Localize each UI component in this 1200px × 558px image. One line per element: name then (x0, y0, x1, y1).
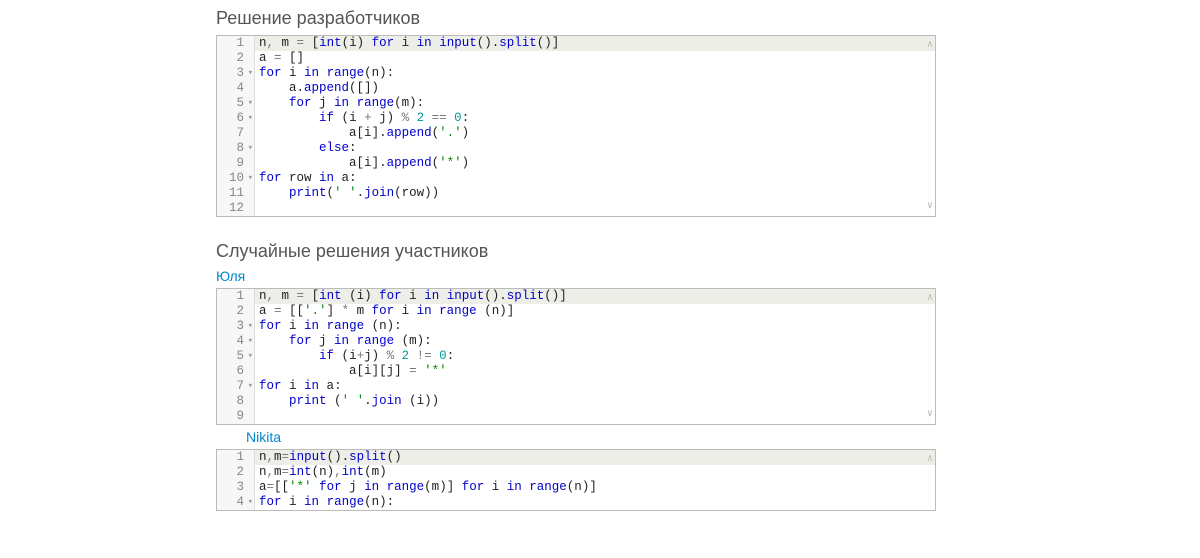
participants-solutions-title: Случайные решения участников (216, 241, 936, 262)
code-line[interactable]: 5▾ if (i+j) % 2 != 0: (217, 349, 935, 364)
code-content[interactable]: for i in range(n): (255, 66, 935, 81)
user-link-yulya[interactable]: Юля (216, 268, 245, 284)
code-line[interactable]: 3▾for i in range(n): (217, 66, 935, 81)
code-editor-u2[interactable]: ∧ 1n,m=input().split()2n,m=int(n),int(m)… (216, 449, 936, 511)
line-number: 4 (217, 81, 255, 96)
code-editor-u1[interactable]: ∧ ∨ 1n, m = [int (i) for i in input().sp… (216, 288, 936, 425)
fold-icon[interactable]: ▾ (248, 319, 253, 334)
code-content[interactable]: if (i + j) % 2 == 0: (255, 111, 935, 126)
fold-icon[interactable]: ▾ (248, 66, 253, 81)
code-content[interactable]: if (i+j) % 2 != 0: (255, 349, 935, 364)
code-content[interactable]: for row in a: (255, 171, 935, 186)
code-content[interactable]: a[i][j] = '*' (255, 364, 935, 379)
line-number: 9 (217, 156, 255, 171)
developers-solution-title: Решение разработчиков (216, 8, 936, 29)
code-content[interactable]: a = [] (255, 51, 935, 66)
code-line[interactable]: 4 a.append([]) (217, 81, 935, 96)
fold-icon[interactable]: ▾ (248, 141, 253, 156)
line-number: 8 (217, 394, 255, 409)
code-content[interactable]: else: (255, 141, 935, 156)
code-line[interactable]: 1n, m = [int(i) for i in input().split()… (217, 36, 935, 51)
code-line[interactable]: 10▾for row in a: (217, 171, 935, 186)
code-line[interactable]: 7 a[i].append('.') (217, 126, 935, 141)
code-line[interactable]: 2a = [['.'] * m for i in range (n)] (217, 304, 935, 319)
line-number: 3 (217, 480, 255, 495)
line-number: 1 (217, 450, 255, 465)
line-number: 8▾ (217, 141, 255, 156)
code-content[interactable]: a = [['.'] * m for i in range (n)] (255, 304, 935, 319)
line-number: 10▾ (217, 171, 255, 186)
line-number: 6 (217, 364, 255, 379)
line-number: 1 (217, 36, 255, 51)
code-content[interactable] (255, 201, 935, 216)
line-number: 4▾ (217, 495, 255, 510)
line-number: 4▾ (217, 334, 255, 349)
line-number: 6▾ (217, 111, 255, 126)
code-line[interactable]: 6 a[i][j] = '*' (217, 364, 935, 379)
code-line[interactable]: 5▾ for j in range(m): (217, 96, 935, 111)
line-number: 2 (217, 465, 255, 480)
line-number: 2 (217, 51, 255, 66)
code-editor-dev[interactable]: ∧ ∨ 1n, m = [int(i) for i in input().spl… (216, 35, 936, 217)
code-line[interactable]: 11 print(' '.join(row)) (217, 186, 935, 201)
scroll-down-icon[interactable]: ∨ (927, 199, 933, 214)
code-line[interactable]: 4▾ for j in range (m): (217, 334, 935, 349)
code-content[interactable]: for i in range (n): (255, 319, 935, 334)
line-number: 7 (217, 126, 255, 141)
code-content[interactable]: a.append([]) (255, 81, 935, 96)
code-content[interactable]: for j in range (m): (255, 334, 935, 349)
line-number: 1 (217, 289, 255, 304)
code-line[interactable]: 6▾ if (i + j) % 2 == 0: (217, 111, 935, 126)
line-number: 5▾ (217, 96, 255, 111)
fold-icon[interactable]: ▾ (248, 379, 253, 394)
code-line[interactable]: 9 (217, 409, 935, 424)
code-content[interactable]: n,m=int(n),int(m) (255, 465, 935, 480)
line-number: 7▾ (217, 379, 255, 394)
line-number: 12 (217, 201, 255, 216)
code-line[interactable]: 9 a[i].append('*') (217, 156, 935, 171)
scroll-up-icon[interactable]: ∧ (927, 291, 933, 306)
fold-icon[interactable]: ▾ (248, 495, 253, 510)
code-line[interactable]: 2n,m=int(n),int(m) (217, 465, 935, 480)
fold-icon[interactable]: ▾ (248, 171, 253, 186)
scroll-up-icon[interactable]: ∧ (927, 452, 933, 467)
code-content[interactable]: a=[['*' for j in range(m)] for i in rang… (255, 480, 935, 495)
code-content[interactable]: for i in a: (255, 379, 935, 394)
line-number: 3▾ (217, 66, 255, 81)
fold-icon[interactable]: ▾ (248, 334, 253, 349)
code-line[interactable]: 1n, m = [int (i) for i in input().split(… (217, 289, 935, 304)
code-line[interactable]: 3a=[['*' for j in range(m)] for i in ran… (217, 480, 935, 495)
fold-icon[interactable]: ▾ (248, 111, 253, 126)
line-number: 2 (217, 304, 255, 319)
code-content[interactable]: a[i].append('.') (255, 126, 935, 141)
fold-icon[interactable]: ▾ (248, 349, 253, 364)
code-line[interactable]: 12 (217, 201, 935, 216)
code-content[interactable]: for i in range(n): (255, 495, 935, 510)
code-line[interactable]: 2a = [] (217, 51, 935, 66)
scroll-down-icon[interactable]: ∨ (927, 407, 933, 422)
line-number: 9 (217, 409, 255, 424)
code-content[interactable]: a[i].append('*') (255, 156, 935, 171)
scroll-up-icon[interactable]: ∧ (927, 38, 933, 53)
code-content[interactable]: n, m = [int (i) for i in input().split()… (255, 289, 935, 304)
code-content[interactable] (255, 409, 935, 424)
code-line[interactable]: 8▾ else: (217, 141, 935, 156)
code-content[interactable]: n, m = [int(i) for i in input().split()] (255, 36, 935, 51)
line-number: 5▾ (217, 349, 255, 364)
code-content[interactable]: for j in range(m): (255, 96, 935, 111)
code-line[interactable]: 7▾for i in a: (217, 379, 935, 394)
code-content[interactable]: n,m=input().split() (255, 450, 935, 465)
line-number: 3▾ (217, 319, 255, 334)
code-content[interactable]: print(' '.join(row)) (255, 186, 935, 201)
line-number: 11 (217, 186, 255, 201)
code-line[interactable]: 4▾for i in range(n): (217, 495, 935, 510)
user-link-nikita[interactable]: Nikita (246, 429, 281, 445)
code-line[interactable]: 8 print (' '.join (i)) (217, 394, 935, 409)
fold-icon[interactable]: ▾ (248, 96, 253, 111)
code-line[interactable]: 1n,m=input().split() (217, 450, 935, 465)
code-line[interactable]: 3▾for i in range (n): (217, 319, 935, 334)
code-content[interactable]: print (' '.join (i)) (255, 394, 935, 409)
